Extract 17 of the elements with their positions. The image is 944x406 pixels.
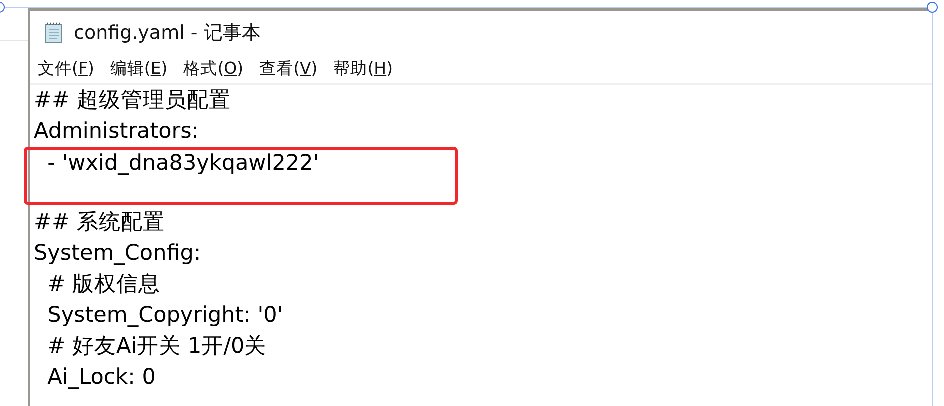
- text-line: System_Copyright: '0': [46, 302, 284, 330]
- text-line: Administrators:: [34, 118, 200, 146]
- text-line: # 版权信息: [46, 271, 161, 299]
- text-line: # 好友Ai开关 1开/0关: [46, 333, 267, 361]
- window-title: config.yaml - 记事本: [74, 20, 261, 46]
- resize-handle[interactable]: [927, 2, 938, 13]
- text-line: System_Config:: [34, 240, 202, 268]
- menu-item[interactable]: 编辑(E): [110, 56, 168, 82]
- menu-item[interactable]: 查看(V): [260, 56, 318, 82]
- menu-item[interactable]: 格式(O): [184, 56, 244, 82]
- text-line: Ai_Lock: 0: [46, 364, 156, 392]
- text-line: - 'wxid_dna83ykqawl222': [46, 150, 320, 178]
- menu-item[interactable]: 帮助(H): [334, 56, 394, 82]
- notepad-icon: [44, 22, 64, 44]
- text-line: ## 系统配置: [34, 209, 165, 237]
- text-line: ## 超级管理员配置: [34, 87, 231, 115]
- menu-item[interactable]: 文件(F): [38, 56, 94, 82]
